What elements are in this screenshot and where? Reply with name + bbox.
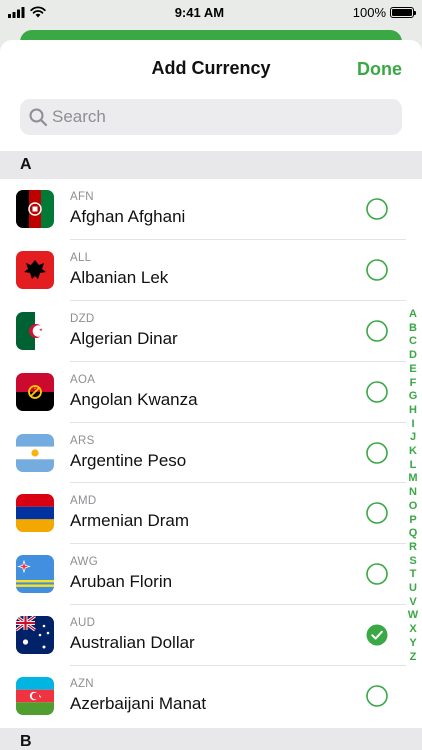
currency-code: ARS <box>70 434 95 447</box>
section-header-a: A <box>0 151 422 179</box>
index-letter[interactable]: C <box>409 335 417 349</box>
search-bar[interactable] <box>20 99 402 135</box>
sheet-header: Add Currency Done <box>0 40 422 96</box>
currency-code: AMD <box>70 495 97 508</box>
flag-albania-icon <box>16 250 54 289</box>
page-title: Add Currency <box>151 57 271 78</box>
index-letter[interactable]: O <box>409 500 418 514</box>
currency-name: Afghan Afghani <box>70 207 186 226</box>
done-button[interactable]: Done <box>357 59 402 80</box>
index-letter[interactable]: B <box>409 322 417 336</box>
status-right: 100% <box>352 4 416 20</box>
unselected-circle-icon[interactable] <box>366 319 388 342</box>
index-letter[interactable]: Z <box>410 651 417 665</box>
index-letter[interactable]: E <box>409 363 416 377</box>
checkmark-circle-icon[interactable] <box>366 624 388 646</box>
currency-code: AFN <box>70 191 94 203</box>
currency-row-all[interactable]: ALL Albanian Lek <box>0 240 422 301</box>
status-bar: 9:41 AM 100% <box>0 0 422 24</box>
signal-icon <box>8 6 25 18</box>
flag-algeria-icon <box>16 311 54 350</box>
battery-icon <box>390 6 416 18</box>
search-icon <box>29 108 48 127</box>
index-letter[interactable]: I <box>411 418 414 432</box>
index-letter[interactable]: F <box>410 377 417 391</box>
unselected-circle-icon[interactable] <box>366 685 388 707</box>
status-left <box>8 6 46 18</box>
currency-code: AOA <box>70 373 96 386</box>
flag-argentina-icon <box>16 433 54 472</box>
currency-row-azn[interactable]: AZN Azerbaijani Manat <box>0 666 422 727</box>
currency-row-aud[interactable]: AUD Australian Dollar <box>0 605 422 667</box>
unselected-circle-icon[interactable] <box>366 441 388 464</box>
status-time: 9:41 AM <box>174 4 225 20</box>
index-letter[interactable]: M <box>408 472 417 486</box>
currency-name: Armenian Dram <box>70 511 190 531</box>
flag-australia-icon <box>16 616 54 655</box>
currency-code: AZN <box>70 678 94 691</box>
unselected-circle-icon[interactable] <box>366 259 388 281</box>
index-letter[interactable]: W <box>408 609 418 623</box>
flag-afghanistan-icon <box>16 190 54 228</box>
flag-aruba-icon <box>16 555 54 594</box>
index-letter[interactable]: T <box>410 568 417 582</box>
currency-name: Australian Dollar <box>70 633 195 653</box>
add-currency-sheet: Add Currency Done A AFN Afghan Afghani A… <box>0 40 422 750</box>
index-letter[interactable]: X <box>409 623 416 637</box>
index-letter[interactable]: Y <box>409 637 416 651</box>
currency-row-afn[interactable]: AFN Afghan Afghani <box>0 179 422 240</box>
index-letter[interactable]: V <box>409 596 416 610</box>
index-letter[interactable]: D <box>409 349 417 363</box>
currency-name: Angolan Kwanza <box>70 389 198 409</box>
currency-row-ars[interactable]: ARS Argentine Peso <box>0 423 422 484</box>
currency-code: AWG <box>70 556 98 569</box>
currency-name: Albanian Lek <box>70 267 169 287</box>
unselected-circle-icon[interactable] <box>366 380 388 403</box>
unselected-circle-icon[interactable] <box>366 198 388 220</box>
currency-name: Aruban Florin <box>70 572 173 592</box>
index-letter[interactable]: Q <box>409 527 418 541</box>
flag-angola-icon <box>16 372 54 411</box>
currency-row-awg[interactable]: AWG Aruban Florin <box>0 544 422 606</box>
index-letter[interactable]: U <box>409 582 417 596</box>
unselected-circle-icon[interactable] <box>366 563 388 586</box>
section-index-bar[interactable]: A B C D E F G H I J K L M N O P Q R S T … <box>406 308 420 664</box>
currency-code: AUD <box>70 617 96 630</box>
index-letter[interactable]: S <box>409 555 416 569</box>
currency-row-amd[interactable]: AMD Armenian Dram <box>0 483 422 545</box>
unselected-circle-icon[interactable] <box>366 502 388 525</box>
search-input[interactable] <box>52 107 382 127</box>
currency-name: Algerian Dinar <box>70 328 178 348</box>
currency-row-aoa[interactable]: AOA Angolan Kwanza <box>0 362 422 423</box>
currency-row-dzd[interactable]: DZD Algerian Dinar <box>0 301 422 362</box>
index-letter[interactable]: G <box>409 390 418 404</box>
battery-percent: 100% <box>352 4 386 20</box>
index-letter[interactable]: K <box>409 445 417 459</box>
currency-list: AFN Afghan Afghani ALL Albanian Lek DZD … <box>0 179 422 727</box>
currency-name: Argentine Peso <box>70 450 187 470</box>
index-letter[interactable]: P <box>409 514 416 528</box>
index-letter[interactable]: R <box>409 541 417 555</box>
index-letter[interactable]: L <box>410 459 417 473</box>
currency-name: Azerbaijani Manat <box>70 694 207 714</box>
currency-code: ALL <box>70 251 92 264</box>
flag-armenia-icon <box>16 494 54 533</box>
index-letter[interactable]: A <box>409 308 417 322</box>
index-letter[interactable]: N <box>409 486 417 500</box>
section-header-b: B <box>0 728 422 750</box>
index-letter[interactable]: J <box>410 431 416 445</box>
currency-code: DZD <box>70 312 95 325</box>
flag-azerbaijan-icon <box>16 677 54 716</box>
wifi-icon <box>30 6 46 18</box>
index-letter[interactable]: H <box>409 404 417 418</box>
